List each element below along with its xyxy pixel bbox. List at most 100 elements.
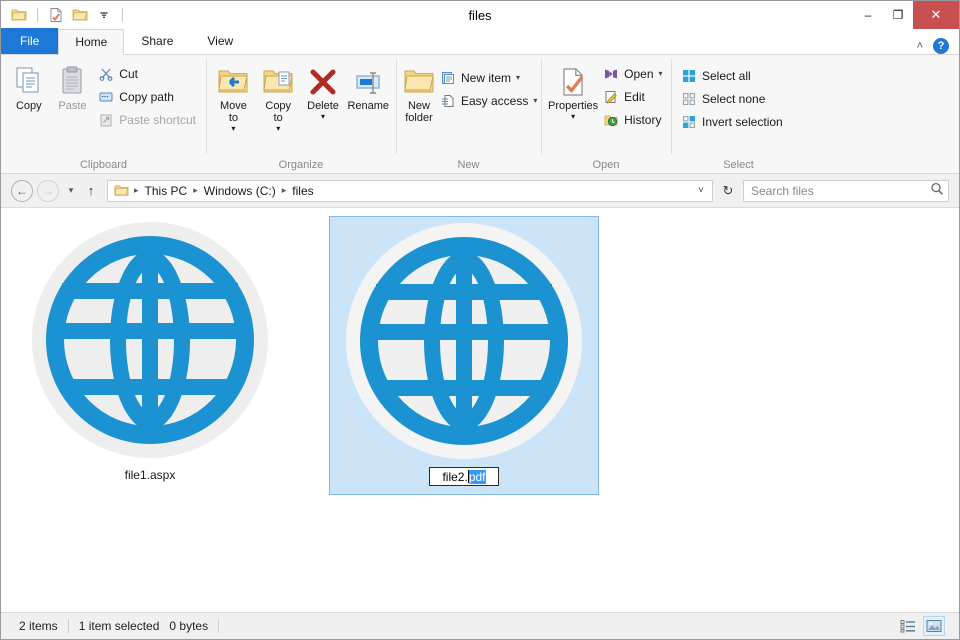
tab-share[interactable]: Share xyxy=(124,28,190,54)
group-label-select: Select xyxy=(671,156,806,174)
ribbon-group-open: Properties ▾ Open ▾ E xyxy=(541,55,671,174)
breadcrumb-item-this-pc[interactable]: This PC xyxy=(142,184,191,198)
forward-icon: → xyxy=(42,184,54,198)
copy-to-button[interactable]: Copy to ▾ xyxy=(257,61,300,135)
folder-icon[interactable] xyxy=(9,5,29,25)
help-icon[interactable]: ? xyxy=(933,38,949,54)
rename-input[interactable]: file2.pdf xyxy=(429,467,499,486)
easy-access-label: Easy access xyxy=(461,94,528,108)
select-all-label: Select all xyxy=(702,69,751,83)
chevron-down-icon[interactable]: ▾ xyxy=(321,113,325,121)
history-label: History xyxy=(624,113,661,127)
minimize-button[interactable]: – xyxy=(853,1,883,29)
edit-icon xyxy=(603,89,619,105)
edit-label: Edit xyxy=(624,90,645,104)
chevron-down-icon[interactable]: ▾ xyxy=(231,125,235,133)
breadcrumb-item-windows-c[interactable]: Windows (C:) xyxy=(201,184,279,198)
new-item-icon xyxy=(440,70,456,86)
paste-shortcut-button[interactable]: Paste shortcut xyxy=(94,109,200,130)
breadcrumb-separator: ▸ xyxy=(190,185,201,196)
minimize-icon: – xyxy=(865,8,872,22)
close-button[interactable]: ✕ xyxy=(913,1,959,29)
ribbon: Copy Paste Cut xyxy=(1,55,959,174)
rename-label: Rename xyxy=(347,100,389,112)
copy-label: Copy xyxy=(16,100,42,112)
ribbon-group-clipboard: Copy Paste Cut xyxy=(1,55,206,174)
list-item[interactable]: file1.aspx xyxy=(15,216,285,495)
tab-file[interactable]: File xyxy=(1,28,58,54)
chevron-down-icon[interactable]: ▾ xyxy=(533,96,537,105)
maximize-button[interactable]: ❐ xyxy=(883,1,913,29)
open-small-buttons: Open ▾ Edit History xyxy=(599,61,666,130)
breadcrumb[interactable]: ▸ This PC ▸ Windows (C:) ▸ files ˅ xyxy=(107,180,713,202)
chevron-down-icon[interactable]: ▾ xyxy=(276,125,280,133)
paste-button[interactable]: Paste xyxy=(51,61,95,114)
chevron-down-icon[interactable]: ▾ xyxy=(571,113,575,121)
breadcrumb-item-files[interactable]: files xyxy=(289,184,316,198)
list-item[interactable]: file2.pdf xyxy=(329,216,599,495)
select-all-button[interactable]: Select all xyxy=(677,65,787,86)
copy-path-button[interactable]: Copy path xyxy=(94,86,200,107)
properties-button[interactable]: Properties ▾ xyxy=(547,61,599,123)
status-size: 0 bytes xyxy=(169,619,218,633)
cut-button[interactable]: Cut xyxy=(94,63,200,84)
rename-text-prefix: file2. xyxy=(442,470,467,484)
move-to-button[interactable]: Move to ▾ xyxy=(212,61,255,135)
chevron-down-icon[interactable] xyxy=(94,5,114,25)
history-button[interactable]: History xyxy=(599,109,666,130)
group-label-organize: Organize xyxy=(206,156,396,174)
invert-selection-button[interactable]: Invert selection xyxy=(677,111,787,132)
back-button[interactable]: ← xyxy=(11,180,33,202)
new-item-button[interactable]: New item ▾ xyxy=(436,67,541,88)
large-icons-view-button[interactable] xyxy=(923,616,945,636)
forward-button[interactable]: → xyxy=(37,180,59,202)
new-folder-button[interactable]: New folder xyxy=(402,61,436,126)
recent-locations-button[interactable]: ▾ xyxy=(63,180,79,202)
details-view-button[interactable] xyxy=(897,616,919,636)
rename-button[interactable]: Rename xyxy=(346,61,390,114)
up-button[interactable]: ↑ xyxy=(83,180,99,202)
cut-label: Cut xyxy=(119,67,138,81)
search-icon[interactable] xyxy=(930,182,944,199)
new-item-label: New item xyxy=(461,71,511,85)
refresh-icon: ↻ xyxy=(723,183,734,199)
search-input[interactable]: Search files xyxy=(751,184,930,198)
refresh-button[interactable]: ↻ xyxy=(717,180,739,202)
search-box[interactable]: Search files xyxy=(743,180,949,202)
new-small-buttons: New item ▾ Easy access ▾ xyxy=(436,61,541,111)
chevron-down-icon[interactable]: ▾ xyxy=(659,69,663,78)
copy-icon xyxy=(13,63,45,97)
tab-view[interactable]: View xyxy=(190,28,250,54)
paste-icon xyxy=(56,63,88,97)
open-icon xyxy=(603,66,619,82)
new-file-icon[interactable] xyxy=(46,5,66,25)
select-all-icon xyxy=(681,68,697,84)
toolbar-divider-2 xyxy=(122,8,123,22)
folder-icon xyxy=(112,183,131,198)
new-folder-icon xyxy=(403,63,435,97)
file-explorer-window: files – ❐ ✕ File Home Share View ˄ ? Cop… xyxy=(0,0,960,640)
chevron-down-icon[interactable]: ▾ xyxy=(516,73,520,82)
copy-to-icon xyxy=(262,63,294,97)
easy-access-icon xyxy=(440,93,456,109)
tab-home[interactable]: Home xyxy=(58,29,124,55)
open-button[interactable]: Open ▾ xyxy=(599,63,666,84)
breadcrumb-dropdown-icon[interactable]: ˅ xyxy=(692,185,710,196)
easy-access-button[interactable]: Easy access ▾ xyxy=(436,90,541,111)
copy-path-icon xyxy=(98,89,114,105)
select-none-icon xyxy=(681,91,697,107)
status-divider-2 xyxy=(218,619,219,633)
delete-button[interactable]: Delete ▾ xyxy=(302,61,345,123)
status-selection: 1 item selected xyxy=(69,619,170,633)
invert-selection-icon xyxy=(681,114,697,130)
new-folder-icon[interactable] xyxy=(70,5,90,25)
up-arrow-icon: ↑ xyxy=(88,183,95,198)
select-none-button[interactable]: Select none xyxy=(677,88,787,109)
file-list-view[interactable]: file1.aspx xyxy=(1,207,959,612)
collapse-ribbon-icon[interactable]: ˄ xyxy=(917,40,923,52)
invert-selection-label: Invert selection xyxy=(702,115,783,129)
copy-button[interactable]: Copy xyxy=(7,61,51,114)
address-bar: ← → ▾ ↑ ▸ This PC ▸ Windows (C:) ▸ files… xyxy=(1,174,959,207)
edit-button[interactable]: Edit xyxy=(599,86,666,107)
paste-shortcut-icon xyxy=(98,112,114,128)
